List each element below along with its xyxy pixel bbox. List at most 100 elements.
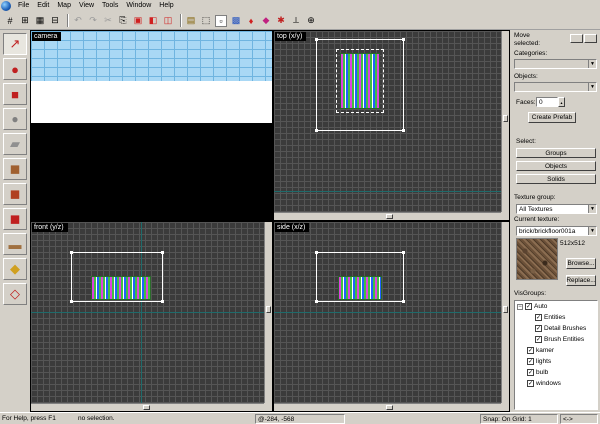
visgroup-item[interactable]: ✓ kamer [517,347,554,354]
selection-box-icon[interactable]: ▤ [185,15,197,27]
decal-icon[interactable]: ⟂ [290,15,302,27]
top-horizontal-scrollbar[interactable] [274,212,501,220]
entity-tool[interactable]: ● [3,108,27,130]
grid-icon[interactable]: # [4,15,16,27]
show-icon[interactable]: ◫ [162,15,174,27]
texture-group-dropdown[interactable]: All Textures ▼ [516,204,597,214]
resize-handle[interactable] [402,129,405,132]
front-horizontal-scrollbar[interactable] [31,403,264,411]
visibility-checkbox[interactable]: ✓ [535,325,542,332]
side-viewport-label[interactable]: side (x/z) [275,223,310,232]
brush-geometry[interactable] [338,276,382,300]
app-globe-icon[interactable] [1,1,11,11]
hide-icon[interactable]: ◧ [147,15,159,27]
visgroup-item[interactable]: ✓ bulb [517,369,548,376]
block-tool[interactable]: ▰ [3,133,27,155]
visgroup-item[interactable]: ✓ lights [517,358,551,365]
texture-preview[interactable] [516,238,558,280]
cordon-icon[interactable]: ✱ [275,15,287,27]
side-horizontal-scrollbar[interactable] [274,403,501,411]
resize-handle[interactable] [161,251,164,254]
visgroup-item[interactable]: − ✓ Auto [517,303,547,310]
visgroup-item[interactable]: ✓ windows [517,380,561,387]
categories-dropdown[interactable]: ▼ [514,59,597,69]
texture-lock-icon[interactable]: ⊟ [49,15,61,27]
scroll-thumb[interactable] [386,405,393,410]
menu-tools[interactable]: Tools [98,0,122,12]
scroll-thumb[interactable] [266,306,271,313]
magnify-tool[interactable]: ● [3,58,27,80]
select-groups-button[interactable]: Groups [516,148,596,158]
browse-button[interactable]: Browse... [566,258,596,269]
ungroup-icon[interactable]: ▣ [132,15,144,27]
resize-handle[interactable] [70,300,73,303]
grid-smaller-icon[interactable]: ⊞ [19,15,31,27]
move-selected-button-1[interactable] [570,34,583,43]
apply-texture-tool[interactable]: ◼ [3,183,27,205]
resize-handle[interactable] [402,251,405,254]
front-vertical-scrollbar[interactable] [264,222,272,403]
undo-icon[interactable]: ↶ [72,15,84,27]
scroll-thumb[interactable] [386,214,393,219]
replace-button[interactable]: Replace... [566,275,596,286]
brush-geometry[interactable] [91,276,151,300]
resize-handle[interactable] [315,38,318,41]
move-selected-button-2[interactable] [584,34,597,43]
resize-handle[interactable] [70,251,73,254]
select-objects-button[interactable]: Objects [516,161,596,171]
resize-handle[interactable] [315,300,318,303]
visibility-checkbox[interactable]: ✓ [535,314,542,321]
collapse-icon[interactable]: − [517,303,523,310]
side-vertical-scrollbar[interactable] [501,222,509,403]
faces-spinner[interactable]: ▴ [558,97,565,107]
scroll-thumb[interactable] [503,115,508,122]
resize-handle[interactable] [402,300,405,303]
visgroup-item[interactable]: ✓ Entities [535,314,565,321]
visibility-checkbox[interactable]: ✓ [525,303,532,310]
resize-handle[interactable] [161,300,164,303]
visibility-checkbox[interactable]: ✓ [527,369,534,376]
clip-tool[interactable]: ◆ [3,258,27,280]
create-prefab-button[interactable]: Create Prefab [528,112,576,123]
visgroups-tree[interactable]: − ✓ Auto ✓ Entities ✓ Detail Brushes ✓ Brush Ent… [514,300,598,410]
front-viewport[interactable]: front (y/z) [30,221,273,412]
visgroup-item[interactable]: ✓ Brush Entities [535,336,584,343]
scroll-thumb[interactable] [503,306,508,313]
menu-window[interactable]: Window [122,0,155,12]
redo-icon[interactable]: ↷ [87,15,99,27]
top-viewport[interactable]: top (x/y) [273,30,510,221]
entity-report-icon[interactable]: ♦ [245,15,257,27]
carve-icon[interactable]: ✂ [102,15,114,27]
visibility-checkbox[interactable]: ✓ [527,347,534,354]
grid-larger-icon[interactable]: ▦ [34,15,46,27]
camera-tool[interactable]: ■ [3,83,27,105]
menu-file[interactable]: File [14,0,33,12]
select-solids-button[interactable]: Solids [516,174,596,184]
side-viewport[interactable]: side (x/z) [273,221,510,412]
current-texture-dropdown[interactable]: brick/brickfloor001a ▼ [516,226,597,236]
resize-handle[interactable] [315,129,318,132]
menu-view[interactable]: View [75,0,98,12]
camera-viewport[interactable]: camera [30,30,273,221]
scroll-thumb[interactable] [143,405,150,410]
top-vertical-scrollbar[interactable] [501,31,509,212]
visibility-checkbox[interactable]: ✓ [527,380,534,387]
menu-help[interactable]: Help [155,0,177,12]
top-viewport-label[interactable]: top (x/y) [275,32,307,41]
texture-application-tool[interactable]: ◼ [3,158,27,180]
camera-viewport-label[interactable]: camera [32,32,62,41]
resize-handle[interactable] [402,38,405,41]
group-icon[interactable]: ⎘ [117,15,129,27]
decal-tool[interactable]: ◼ [3,208,27,230]
sphere-icon[interactable]: ⊕ [305,15,317,27]
check-problems-icon[interactable]: ◆ [260,15,272,27]
faces-input[interactable]: 0 [536,97,558,107]
objects-dropdown[interactable]: ▼ [514,82,597,92]
overlay-tool[interactable]: ▬ [3,233,27,255]
resize-handle[interactable] [315,251,318,254]
visibility-checkbox[interactable]: ✓ [535,336,542,343]
texture-app-icon[interactable]: ▫ [215,14,227,27]
front-viewport-label[interactable]: front (y/z) [32,223,68,232]
pointer-tool[interactable]: ↗ [3,33,27,55]
visibility-checkbox[interactable]: ✓ [527,358,534,365]
